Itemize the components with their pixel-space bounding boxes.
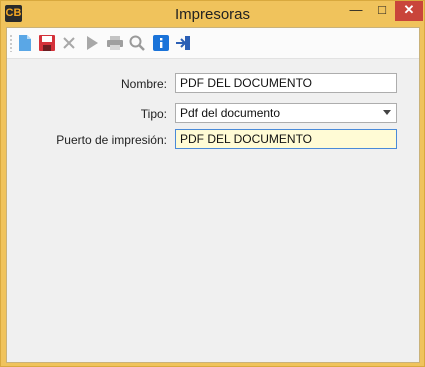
close-button[interactable]: ✕ bbox=[395, 1, 423, 21]
toolbar-grip[interactable] bbox=[10, 34, 12, 52]
new-button[interactable] bbox=[16, 34, 34, 52]
search-icon bbox=[129, 35, 145, 51]
client-area: Nombre: PDF DEL DOCUMENTO Tipo: Pdf del … bbox=[6, 27, 420, 363]
new-icon bbox=[19, 35, 31, 51]
exit-button[interactable] bbox=[174, 34, 192, 52]
info-button[interactable] bbox=[152, 34, 170, 52]
search-button[interactable] bbox=[128, 34, 146, 52]
delete-icon bbox=[63, 37, 75, 49]
info-icon bbox=[153, 35, 169, 51]
chevron-down-icon[interactable] bbox=[383, 110, 391, 115]
puerto-row: Puerto de impresión: PDF DEL DOCUMENTO bbox=[7, 129, 419, 151]
save-icon bbox=[39, 35, 55, 51]
print-button[interactable] bbox=[106, 34, 124, 52]
exit-icon bbox=[176, 36, 190, 50]
delete-button[interactable] bbox=[60, 34, 78, 52]
printers-window: CB Impresoras — □ ✕ Nombre: PDF DEL DOCU… bbox=[0, 0, 425, 367]
puerto-field[interactable]: PDF DEL DOCUMENTO bbox=[175, 129, 397, 149]
toolbar bbox=[7, 28, 419, 59]
nombre-row: Nombre: PDF DEL DOCUMENTO bbox=[7, 73, 419, 95]
nombre-label: Nombre: bbox=[120, 77, 167, 91]
tipo-label: Tipo: bbox=[140, 107, 167, 121]
maximize-button[interactable]: □ bbox=[369, 1, 395, 21]
title-bar[interactable]: CB Impresoras — □ ✕ bbox=[1, 1, 424, 27]
minimize-button[interactable]: — bbox=[343, 1, 369, 21]
nombre-field[interactable]: PDF DEL DOCUMENTO bbox=[175, 73, 397, 93]
tipo-row: Tipo: Pdf del documento bbox=[7, 103, 419, 125]
puerto-label: Puerto de impresión: bbox=[56, 133, 167, 147]
tipo-select[interactable]: Pdf del documento bbox=[175, 103, 397, 123]
save-button[interactable] bbox=[38, 34, 56, 52]
run-icon bbox=[87, 36, 98, 50]
tipo-select-value: Pdf del documento bbox=[180, 106, 281, 120]
run-button[interactable] bbox=[83, 34, 101, 52]
print-icon bbox=[107, 36, 123, 50]
